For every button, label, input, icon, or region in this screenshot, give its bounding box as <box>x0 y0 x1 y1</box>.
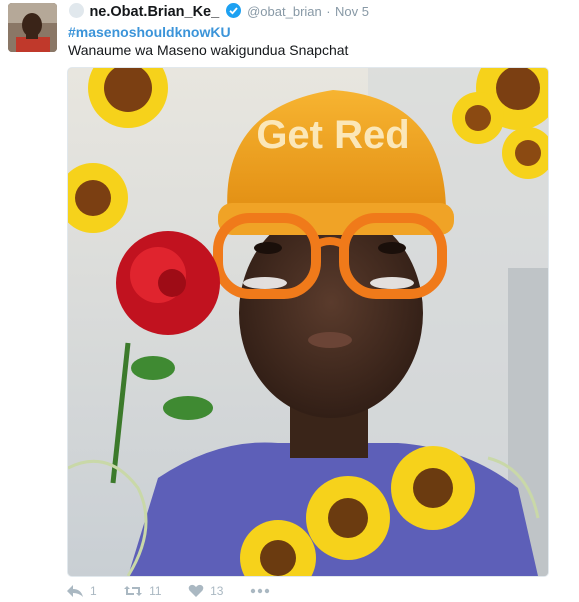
timestamp[interactable]: Nov 5 <box>335 4 369 19</box>
emoji-icon <box>69 3 84 18</box>
avatar[interactable] <box>8 3 57 52</box>
separator: · <box>326 4 331 19</box>
tweet: ne.Obat.Brian_Ke_ @obat_brian · Nov 5 #m… <box>0 0 579 598</box>
tweet-header: ne.Obat.Brian_Ke_ @obat_brian · Nov 5 <box>69 3 369 21</box>
hashtag-link[interactable]: #masenoshouldknowKU <box>68 24 231 40</box>
tweet-text: Wanaume wa Maseno wakigundua Snapchat <box>68 42 349 58</box>
verified-badge-icon <box>225 3 241 18</box>
display-name[interactable]: ne.Obat.Brian_Ke_ <box>89 4 219 20</box>
cap-label: Get Red <box>256 113 409 157</box>
user-handle[interactable]: @obat_brian <box>247 4 322 19</box>
tweet-photo[interactable]: Get Red <box>67 67 549 577</box>
snapchat-filter-photo: Get Red <box>68 68 548 576</box>
tweet-actions: 1 11 13 <box>66 584 298 600</box>
